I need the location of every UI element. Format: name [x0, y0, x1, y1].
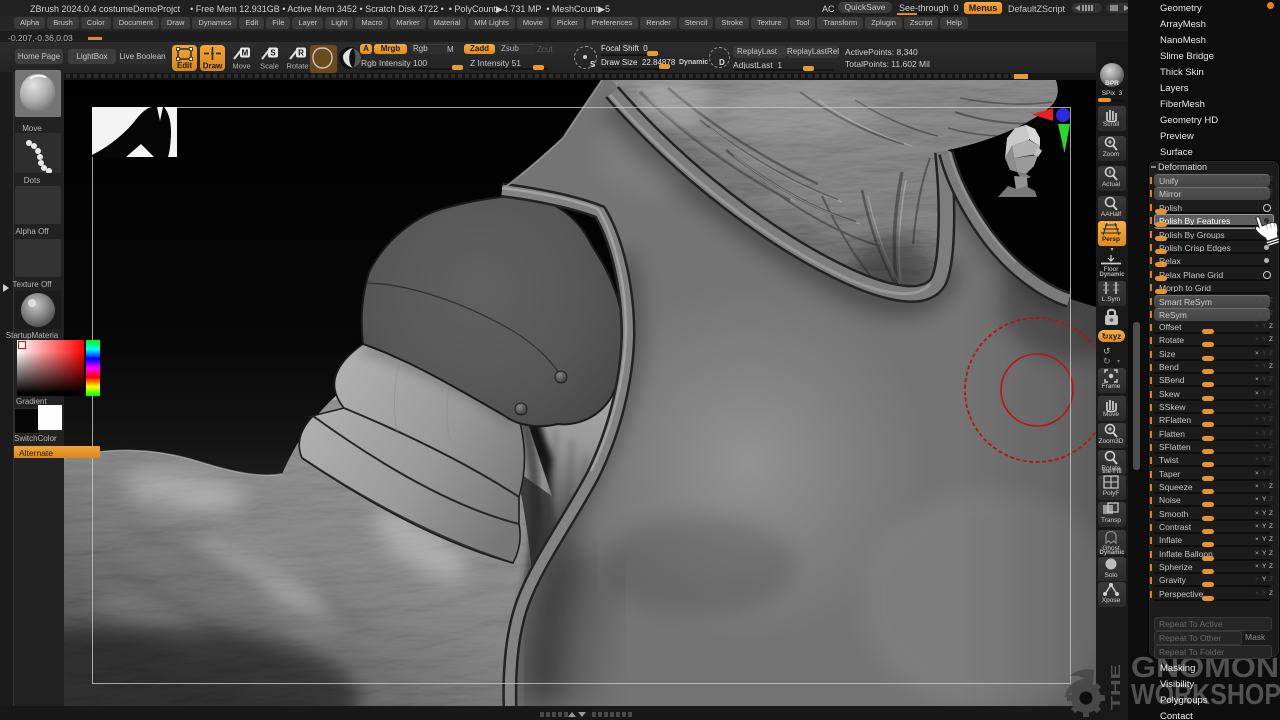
- svg-text:Draw: Draw: [203, 62, 223, 71]
- svg-text:Rotate: Rotate: [286, 62, 308, 71]
- svg-text:Scale: Scale: [260, 62, 279, 71]
- svg-text:THE: THE: [1108, 663, 1123, 710]
- svg-text:S: S: [270, 49, 276, 58]
- svg-text:Move: Move: [232, 62, 250, 71]
- svg-text:Edit: Edit: [177, 61, 192, 70]
- svg-text:R: R: [298, 49, 304, 58]
- svg-text:M: M: [242, 49, 249, 58]
